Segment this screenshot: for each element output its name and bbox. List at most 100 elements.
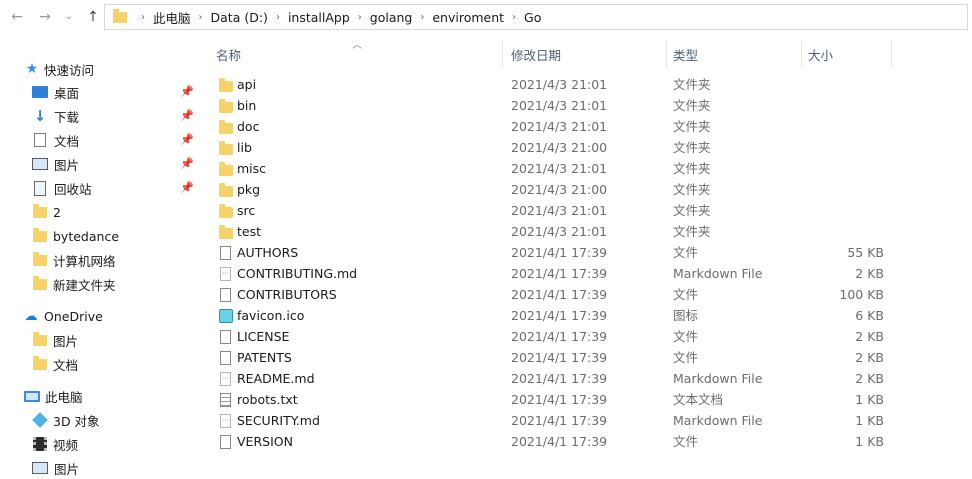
file-size: 2 KB (855, 371, 884, 386)
file-size (804, 95, 884, 116)
sidebar-item-label: 3D 对象 (53, 413, 100, 429)
file-row[interactable]: LICENSE 2021/4/1 17:39 文件 2 KB (210, 326, 910, 347)
file-type: Markdown File (673, 266, 763, 281)
column-divider[interactable] (801, 40, 802, 68)
breadcrumb-separator-icon: › (512, 11, 517, 23)
file-date: 2021/4/3 21:01 (511, 161, 608, 176)
file-icon (218, 330, 234, 344)
file-row[interactable]: AUTHORS 2021/4/1 17:39 文件 55 KB (210, 242, 910, 263)
sidebar-item-label: 下载 (54, 109, 80, 125)
file-name: src (237, 203, 256, 218)
sidebar-item-new-folder[interactable]: 新建文件夹 (33, 273, 116, 295)
file-type: 文件夹 (673, 224, 711, 239)
sidebar-item-documents[interactable]: 文档 📌 (34, 129, 200, 151)
film-icon (33, 437, 47, 451)
file-date: 2021/4/1 17:39 (511, 434, 608, 449)
file-row[interactable]: lib 2021/4/3 21:00 文件夹 (210, 137, 910, 158)
column-header-name[interactable]: 名称 (216, 40, 241, 68)
file-row[interactable]: doc 2021/4/3 21:01 文件夹 (210, 116, 910, 137)
breadcrumb-separator-icon: › (141, 11, 145, 23)
sidebar-item-label: bytedance (53, 228, 120, 244)
pin-icon: 📌 (180, 181, 194, 194)
sidebar-item-bytedance[interactable]: bytedance (33, 225, 119, 247)
file-name: SECURITY.md (237, 413, 320, 428)
address-bar[interactable]: › 此电脑 › Data (D:) › installApp › golang › env… (104, 4, 968, 30)
column-divider[interactable] (666, 40, 667, 68)
column-divider[interactable] (502, 40, 503, 68)
file-size (804, 137, 884, 158)
file-row[interactable]: test 2021/4/3 21:01 文件夹 (210, 221, 910, 242)
sidebar-item-recycle-bin[interactable]: 回收站 📌 (34, 177, 200, 199)
column-header-date[interactable]: 修改日期 (511, 40, 561, 68)
back-arrow-icon[interactable]: ← (8, 8, 26, 26)
file-date: 2021/4/3 21:00 (511, 140, 608, 155)
file-row[interactable]: VERSION 2021/4/1 17:39 文件 1 KB (210, 431, 910, 452)
file-size (804, 221, 884, 242)
column-divider[interactable] (891, 40, 892, 68)
document-icon (34, 133, 46, 147)
file-row[interactable]: bin 2021/4/3 21:01 文件夹 (210, 95, 910, 116)
file-row[interactable]: favicon.ico 2021/4/1 17:39 图标 6 KB (210, 305, 910, 326)
sidebar-item-desktop[interactable]: 桌面 📌 (32, 81, 200, 103)
breadcrumb-separator-icon: › (198, 11, 203, 23)
file-type: Markdown File (673, 413, 763, 428)
breadcrumb-separator-icon: › (420, 11, 425, 23)
breadcrumb-item-data-d[interactable]: › Data (D:) (191, 10, 268, 25)
star-icon: ★ (25, 61, 39, 77)
file-date: 2021/4/3 21:01 (511, 224, 608, 239)
file-name: favicon.ico (237, 308, 305, 323)
recent-locations-chevron-icon[interactable]: ⌄ (60, 8, 78, 26)
sidebar-item-this-pc[interactable]: 此电脑 (24, 385, 83, 407)
breadcrumb-item-enviroment[interactable]: › enviroment (412, 10, 504, 25)
sidebar-item-folder-2[interactable]: 2 (33, 201, 61, 223)
cube-icon (32, 412, 48, 428)
file-row[interactable]: api 2021/4/3 21:01 文件夹 (210, 74, 910, 95)
breadcrumb-item-installapp[interactable]: › installApp (268, 10, 350, 25)
pin-icon: 📌 (180, 157, 194, 170)
sidebar-item-videos[interactable]: 视频 (33, 433, 78, 455)
file-type: 文件夹 (673, 203, 711, 218)
up-arrow-icon[interactable]: ↑ (84, 8, 102, 26)
sidebar-item-onedrive-documents[interactable]: 文档 (33, 353, 78, 375)
file-row[interactable]: misc 2021/4/3 21:01 文件夹 (210, 158, 910, 179)
sidebar-item-network-folder[interactable]: 计算机网络 (33, 249, 116, 271)
folder-icon (218, 204, 234, 218)
picture-icon (32, 462, 48, 474)
file-row[interactable]: pkg 2021/4/3 21:00 文件夹 (210, 179, 910, 200)
file-row[interactable]: CONTRIBUTORS 2021/4/1 17:39 文件 100 KB (210, 284, 910, 305)
file-type: 文件夹 (673, 119, 711, 134)
folder-icon (218, 78, 234, 92)
sidebar-item-onedrive-pictures[interactable]: 图片 (33, 329, 78, 351)
file-row[interactable]: src 2021/4/3 21:01 文件夹 (210, 200, 910, 221)
column-header-size[interactable]: 大小 (808, 40, 833, 68)
breadcrumb-item-golang[interactable]: › golang (350, 10, 413, 25)
picture-icon (32, 158, 48, 170)
sidebar-item-3d-objects[interactable]: 3D 对象 (32, 409, 100, 431)
computer-icon (24, 390, 40, 402)
file-row[interactable]: ⋯ SECURITY.md 2021/4/1 17:39 Markdown Fi… (210, 410, 910, 431)
sidebar-item-downloads[interactable]: ↓ 下载 📌 (32, 105, 200, 127)
file-type: 文件夹 (673, 98, 711, 113)
file-row[interactable]: PATENTS 2021/4/1 17:39 文件 2 KB (210, 347, 910, 368)
sidebar-item-pictures[interactable]: 图片 📌 (32, 153, 200, 175)
folder-icon (113, 8, 127, 23)
sidebar-item-quick-access[interactable]: ★ 快速访问 (24, 58, 94, 80)
file-type: 文本文档 (673, 392, 724, 407)
file-name: api (237, 77, 257, 92)
forward-arrow-icon[interactable]: → (36, 8, 54, 26)
recycle-bin-icon (34, 180, 46, 196)
pin-icon: 📌 (180, 85, 194, 98)
file-name: README.md (237, 371, 315, 386)
file-row[interactable]: robots.txt 2021/4/1 17:39 文本文档 1 KB (210, 389, 910, 410)
file-name: PATENTS (237, 350, 292, 365)
sidebar-item-label: 图片 (54, 157, 80, 173)
file-row[interactable]: ⋯ CONTRIBUTING.md 2021/4/1 17:39 Markdow… (210, 263, 910, 284)
file-type: 文件夹 (673, 161, 711, 176)
breadcrumb-item-this-pc[interactable]: › 此电脑 (133, 8, 191, 27)
column-header-type[interactable]: 类型 (673, 40, 698, 68)
sidebar-item-onedrive[interactable]: ☁ OneDrive (22, 305, 103, 327)
file-size: 1 KB (855, 392, 884, 407)
breadcrumb-item-go[interactable]: › Go (504, 10, 541, 25)
file-row[interactable]: ⋯ README.md 2021/4/1 17:39 Markdown File… (210, 368, 910, 389)
navigation-pane: ★ 快速访问 桌面 📌 ↓ 下载 📌 文档 📌 图片 📌 回收站 📌 2 byt… (0, 56, 200, 477)
